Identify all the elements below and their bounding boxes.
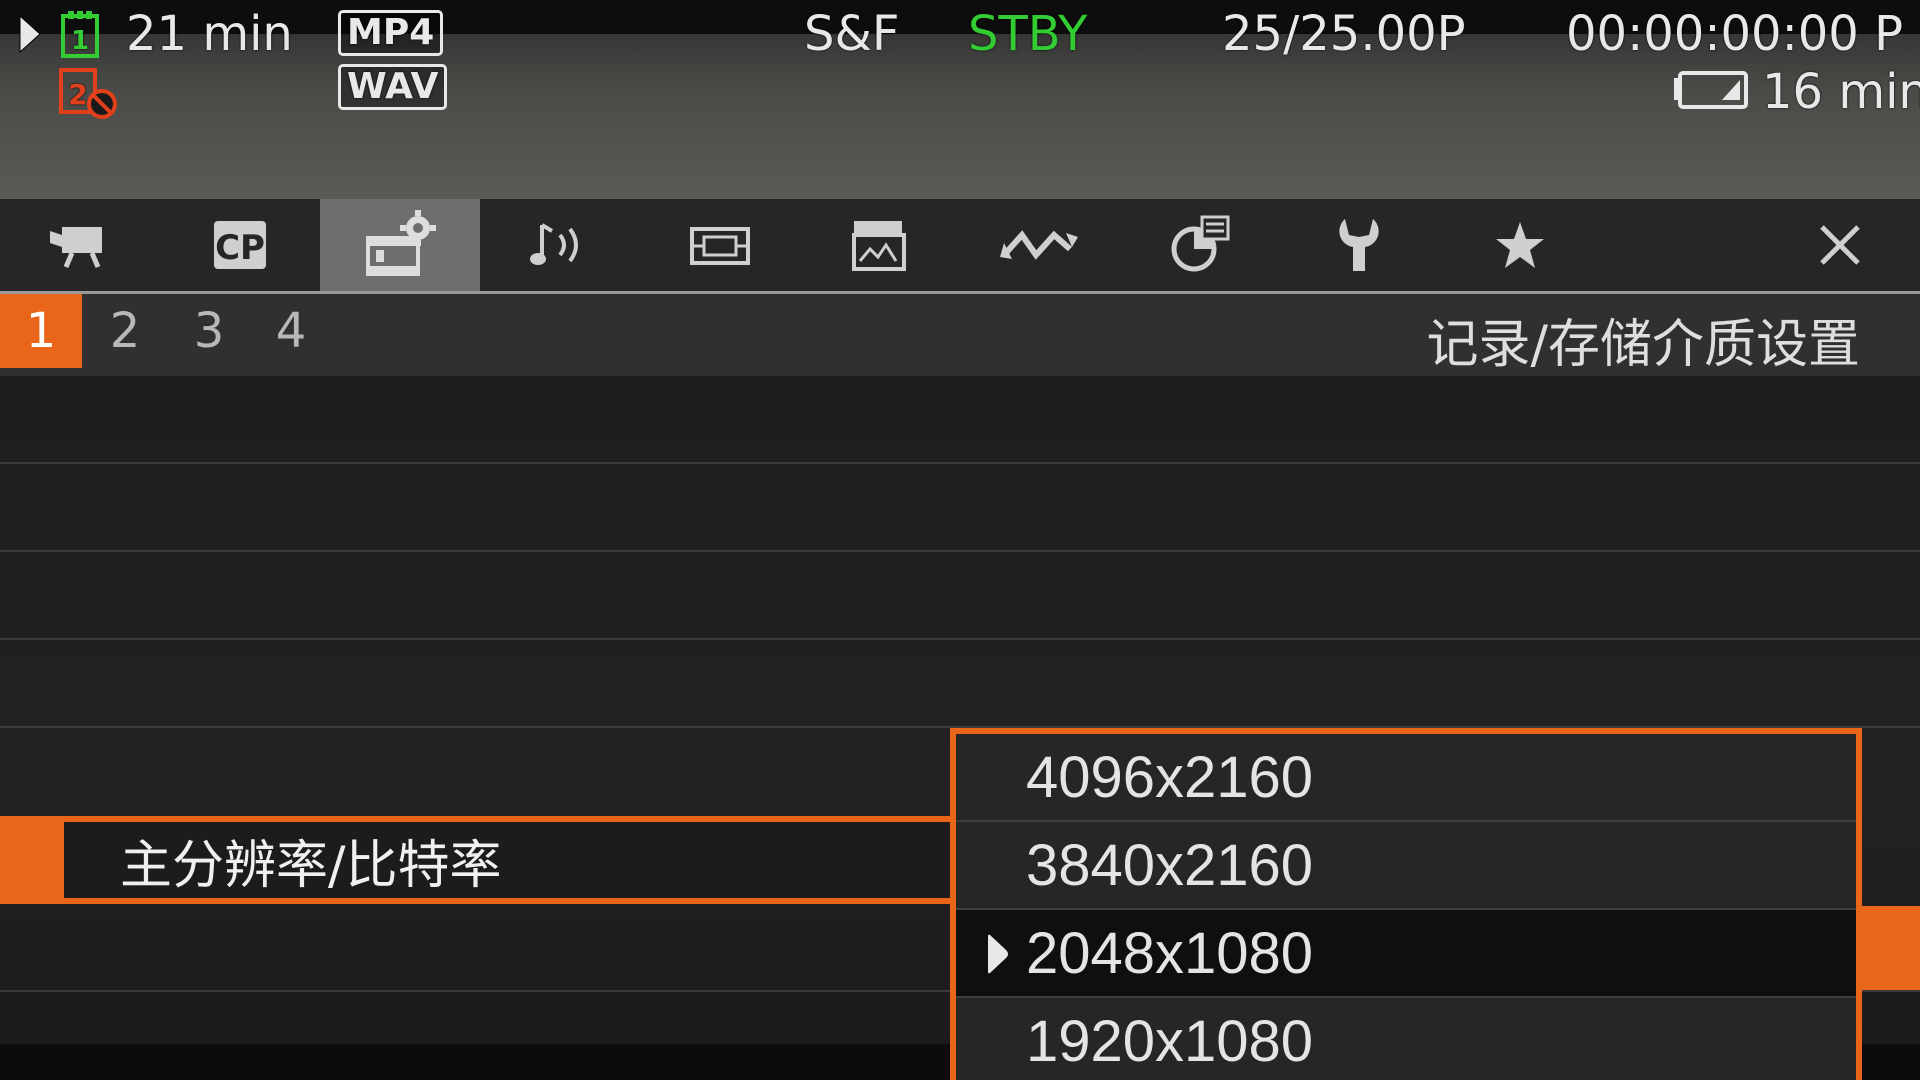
battery-icon [1672, 70, 1750, 113]
waveform-icon [1000, 230, 1078, 260]
option-label: 3840x2160 [1026, 832, 1314, 898]
row-divider [0, 462, 1920, 464]
page-1[interactable]: 1 [0, 294, 82, 368]
option-1920x1080[interactable]: 1920x1080 [956, 998, 1856, 1080]
timecode: 00:00:00:00 P [1566, 6, 1904, 62]
video-format-badge: MP4 [338, 10, 444, 56]
close-icon [1820, 225, 1860, 265]
slow-fast-mode: S&F [804, 6, 900, 62]
frame-rate: 25/25.00P [1222, 6, 1466, 62]
clapper-icon [852, 221, 906, 271]
option-2048x1080[interactable]: 2048x1080 [956, 910, 1856, 998]
tab-setup[interactable] [1280, 199, 1440, 291]
status-bar: 1 2 21 min MP4 WAV S&F STBY 25/25.00P 00… [0, 0, 1920, 199]
battery-remaining-time: 16 min [1762, 64, 1920, 120]
page-selector-row: 1 2 3 4 记录/存储介质设置 [0, 294, 1920, 376]
tab-custom-picture[interactable]: CP [160, 199, 320, 291]
sd-card-2-disabled-icon: 2 [58, 66, 122, 123]
tab-camera[interactable] [0, 199, 160, 291]
card2-number: 2 [68, 78, 87, 111]
option-label: 2048x1080 [1026, 920, 1314, 986]
row-divider [0, 638, 1920, 640]
current-selection-cursor-icon [988, 934, 1008, 974]
page-title: 记录/存储介质设置 [1426, 315, 1860, 375]
recording-settings-icon [366, 210, 436, 276]
tab-audio[interactable] [480, 199, 640, 291]
custom-picture-icon: CP [214, 221, 266, 269]
cp-tab-label: CP [215, 228, 265, 268]
camera-icon [50, 227, 102, 268]
page-4[interactable]: 4 [250, 294, 332, 368]
sd-card-1-icon: 1 [60, 10, 100, 61]
record-status: STBY [968, 6, 1088, 62]
tab-my-menu[interactable] [1440, 199, 1600, 291]
page-2[interactable]: 2 [84, 294, 166, 368]
star-icon [1496, 222, 1544, 268]
option-3840x2160[interactable]: 3840x2160 [956, 822, 1856, 910]
tab-assist[interactable] [1120, 199, 1280, 291]
assist-icon [1171, 215, 1230, 272]
menu-item-main-resolution-bitrate[interactable]: 主分辨率/比特率 [0, 816, 960, 904]
card1-remaining-time: 21 min [126, 6, 293, 62]
play-icon [19, 14, 41, 54]
page-3[interactable]: 3 [168, 294, 250, 368]
camera-menu-screen: 1 2 21 min MP4 WAV S&F STBY 25/25.00P 00… [0, 0, 1920, 1080]
tab-clapper[interactable] [800, 199, 960, 291]
menu-item-label: 主分辨率/比特率 [120, 835, 502, 896]
menu-tab-bar: CP [0, 199, 1920, 294]
selection-indicator-tab [1862, 906, 1920, 990]
option-label: 1920x1080 [1026, 1008, 1314, 1074]
tab-waveform[interactable] [960, 199, 1120, 291]
row-divider [0, 550, 1920, 552]
audio-format-badge: WAV [338, 64, 448, 110]
option-label: 4096x2160 [1026, 744, 1314, 810]
audio-icon [530, 223, 578, 265]
tab-display[interactable] [640, 199, 800, 291]
tab-recording-settings[interactable] [320, 199, 480, 291]
display-icon [690, 227, 750, 265]
menu-close-button[interactable] [1760, 199, 1920, 291]
resolution-options-list: 4096x2160 3840x2160 2048x1080 1920x1080 [950, 728, 1862, 1080]
wrench-icon [1339, 219, 1379, 271]
option-4096x2160[interactable]: 4096x2160 [956, 734, 1856, 822]
menu-item-body: 主分辨率/比特率 [64, 822, 960, 898]
card1-number: 1 [71, 26, 89, 56]
